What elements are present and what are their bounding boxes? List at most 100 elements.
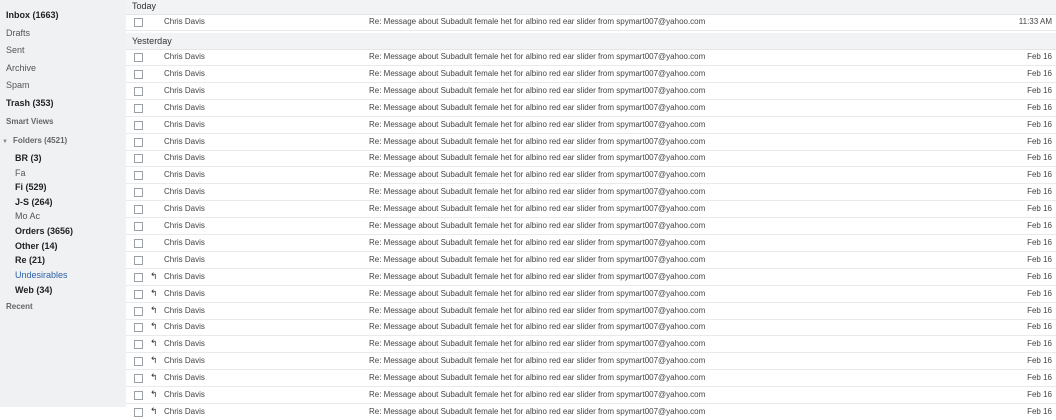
message-subject: Re: Message about Subadult female het fo…: [369, 306, 706, 315]
table-row[interactable]: ↰ Chris Davis Re: Message about Subadult f…: [126, 319, 1056, 336]
sidebar-item-drafts[interactable]: Drafts: [6, 27, 30, 39]
table-row[interactable]: ↰ Chris Davis Re: Message about Subadult f…: [126, 336, 1056, 353]
sidebar-item-fi[interactable]: Fi (529): [15, 181, 47, 193]
group-header-yesterday: Yesterday: [126, 33, 1056, 50]
table-row[interactable]: ↰ Chris Davis Re: Message about Subadult f…: [126, 370, 1056, 387]
row-checkbox[interactable]: [134, 290, 143, 299]
table-row[interactable]: ↰ Chris Davis Re: Message about Subadult f…: [126, 286, 1056, 303]
message-subject: Re: Message about Subadult female het fo…: [369, 356, 706, 365]
table-row[interactable]: Chris Davis Re: Message about Subadult fe…: [126, 184, 1056, 201]
message-sender: Chris Davis: [164, 137, 205, 146]
message-subject: Re: Message about Subadult female het fo…: [369, 289, 706, 298]
row-checkbox[interactable]: [134, 205, 143, 214]
table-row[interactable]: ↰ Chris Davis Re: Message about Subadult f…: [126, 303, 1056, 320]
chevron-down-icon[interactable]: ▼: [2, 136, 8, 148]
row-checkbox[interactable]: [134, 154, 143, 163]
row-checkbox[interactable]: [134, 188, 143, 197]
message-sender: Chris Davis: [164, 407, 205, 416]
message-date: Feb 16: [1027, 52, 1052, 61]
row-checkbox[interactable]: [134, 340, 143, 349]
row-checkbox[interactable]: [134, 307, 143, 316]
folder-sidebar: Inbox (1663) Drafts Sent Archive Spam Tr…: [0, 0, 126, 407]
reply-arrow-icon: ↰: [150, 389, 158, 399]
row-checkbox[interactable]: [134, 374, 143, 383]
row-checkbox[interactable]: [134, 121, 143, 130]
message-sender: Chris Davis: [164, 289, 205, 298]
message-date: Feb 16: [1027, 272, 1052, 281]
message-date: Feb 16: [1027, 255, 1052, 264]
table-row[interactable]: ↰ Chris Davis Re: Message about Subadult f…: [126, 353, 1056, 370]
message-sender: Chris Davis: [164, 69, 205, 78]
row-checkbox[interactable]: [134, 323, 143, 332]
row-checkbox[interactable]: [134, 104, 143, 113]
message-sender: Chris Davis: [164, 187, 205, 196]
table-row[interactable]: ↰ Chris Davis Re: Message about Subadult f…: [126, 404, 1056, 420]
table-row[interactable]: Chris Davis Re: Message about Subadult fe…: [126, 150, 1056, 167]
table-row[interactable]: Chris Davis Re: Message about Subadult fe…: [126, 201, 1056, 218]
row-checkbox[interactable]: [134, 222, 143, 231]
message-sender: Chris Davis: [164, 390, 205, 399]
sidebar-item-web[interactable]: Web (34): [15, 284, 52, 296]
sidebar-section-folders[interactable]: ▼ Folders (4521): [2, 135, 68, 148]
message-sender: Chris Davis: [164, 120, 205, 129]
sidebar-item-j-s[interactable]: J-S (264): [15, 196, 53, 208]
message-subject: Re: Message about Subadult female het fo…: [369, 272, 706, 281]
message-sender: Chris Davis: [164, 204, 205, 213]
table-row[interactable]: Chris Davis Re: Message about Subadult fe…: [126, 167, 1056, 184]
message-sender: Chris Davis: [164, 86, 205, 95]
table-row[interactable]: Chris Davis Re: Message about Subadult fe…: [126, 235, 1056, 252]
reply-arrow-icon: ↰: [150, 406, 158, 416]
message-subject: Re: Message about Subadult female het fo…: [369, 255, 706, 264]
row-checkbox[interactable]: [134, 391, 143, 400]
table-row[interactable]: Chris Davis Re: Message about Subadult fe…: [126, 49, 1056, 66]
row-checkbox[interactable]: [134, 408, 143, 417]
sidebar-section-recent[interactable]: Recent: [6, 301, 33, 313]
row-checkbox[interactable]: [134, 171, 143, 180]
row-checkbox[interactable]: [134, 357, 143, 366]
sidebar-item-br[interactable]: BR (3): [15, 152, 42, 164]
table-row[interactable]: Chris Davis Re: Message about Subadult fe…: [126, 83, 1056, 100]
message-date: Feb 16: [1027, 86, 1052, 95]
row-checkbox[interactable]: [134, 273, 143, 282]
row-checkbox[interactable]: [134, 87, 143, 96]
row-checkbox[interactable]: [134, 70, 143, 79]
row-checkbox[interactable]: [134, 138, 143, 147]
sidebar-item-fa[interactable]: Fa: [15, 167, 26, 179]
table-row[interactable]: Chris Davis Re: Message about Subadult fe…: [126, 252, 1056, 269]
table-row[interactable]: ↰ Chris Davis Re: Message about Subadult f…: [126, 387, 1056, 404]
table-row[interactable]: Chris Davis Re: Message about Subadult fe…: [126, 218, 1056, 235]
message-sender: Chris Davis: [164, 373, 205, 382]
table-row[interactable]: Chris Davis Re: Message about Subadult fe…: [126, 100, 1056, 117]
message-date: Feb 16: [1027, 322, 1052, 331]
row-checkbox[interactable]: [134, 18, 143, 27]
sidebar-item-archive[interactable]: Archive: [6, 62, 36, 74]
message-date: Feb 16: [1027, 103, 1052, 112]
table-row[interactable]: ↰ Chris Davis Re: Message about Subadult f…: [126, 269, 1056, 286]
sidebar-item-inbox[interactable]: Inbox (1663): [6, 9, 59, 21]
sidebar-item-trash[interactable]: Trash (353): [6, 97, 54, 109]
message-date: Feb 16: [1027, 238, 1052, 247]
row-checkbox[interactable]: [134, 239, 143, 248]
row-checkbox[interactable]: [134, 256, 143, 265]
sidebar-item-mo-ac[interactable]: Mo Ac: [15, 210, 40, 222]
message-subject: Re: Message about Subadult female het fo…: [369, 373, 706, 382]
sidebar-section-folders-label: Folders (4521): [12, 136, 68, 145]
message-date: Feb 16: [1027, 187, 1052, 196]
sidebar-item-other[interactable]: Other (14): [15, 240, 58, 252]
sidebar-section-smart-views[interactable]: Smart Views: [6, 116, 53, 128]
message-date: 11:33 AM: [1018, 17, 1052, 26]
message-subject: Re: Message about Subadult female het fo…: [369, 187, 706, 196]
table-row[interactable]: Chris Davis Re: Message about Subadult fe…: [126, 14, 1056, 31]
message-date: Feb 16: [1027, 407, 1052, 416]
table-row[interactable]: Chris Davis Re: Message about Subadult fe…: [126, 117, 1056, 134]
sidebar-item-undesirables[interactable]: Undesirables: [15, 269, 68, 281]
sidebar-item-sent[interactable]: Sent: [6, 44, 25, 56]
sidebar-item-re[interactable]: Re (21): [15, 254, 45, 266]
message-subject: Re: Message about Subadult female het fo…: [369, 86, 706, 95]
table-row[interactable]: Chris Davis Re: Message about Subadult fe…: [126, 134, 1056, 151]
row-checkbox[interactable]: [134, 53, 143, 62]
table-row[interactable]: Chris Davis Re: Message about Subadult fe…: [126, 66, 1056, 83]
sidebar-item-orders[interactable]: Orders (3656): [15, 225, 73, 237]
sidebar-item-spam[interactable]: Spam: [6, 79, 30, 91]
message-subject: Re: Message about Subadult female het fo…: [369, 120, 706, 129]
